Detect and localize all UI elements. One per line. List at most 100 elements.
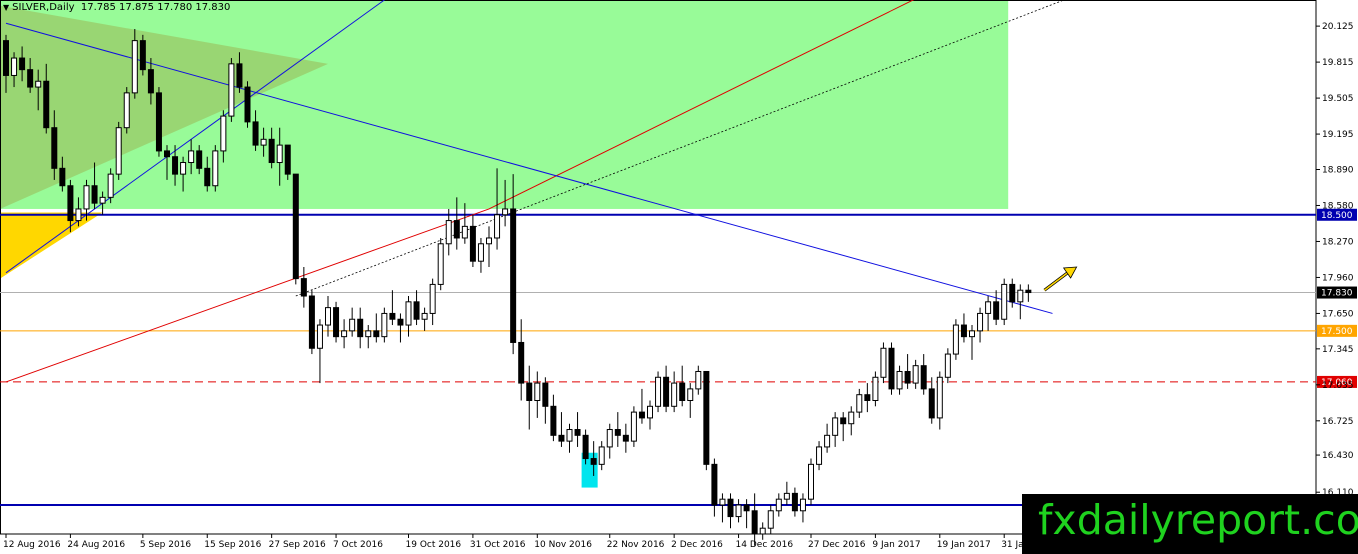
candle-body	[791, 492, 798, 512]
candle-body	[824, 434, 831, 448]
y-tick-label: 18.580	[1322, 201, 1354, 211]
candle-body	[51, 127, 58, 169]
x-tick-label: 19 Oct 2016	[406, 540, 462, 550]
candle-body	[131, 40, 138, 94]
y-tick-label: 17.960	[1322, 273, 1354, 283]
chart-root: 18.50017.50017.06016.00020.12519.81519.5…	[0, 0, 1358, 554]
ohlc-readout: 17.785 17.875 17.780 17.830	[80, 2, 231, 13]
candle-body	[188, 150, 195, 164]
symbol-label: SILVER,Daily	[12, 2, 75, 13]
candle-body	[35, 80, 42, 88]
y-tick-label: 16.725	[1322, 417, 1354, 427]
x-tick-label: 31 Oct 2016	[470, 540, 526, 550]
candle-body	[864, 394, 871, 401]
candle-body	[268, 138, 275, 164]
candle-body	[155, 92, 162, 152]
candle-body	[655, 376, 662, 407]
candle-body	[381, 312, 388, 338]
candle-body	[1017, 289, 1024, 303]
x-tick-label: 22 Nov 2016	[607, 540, 665, 550]
candle-body	[880, 347, 887, 378]
price-chart[interactable]: 18.50017.50017.06016.00020.12519.81519.5…	[0, 0, 1358, 554]
candle-body	[985, 301, 992, 314]
candle-body	[767, 510, 774, 529]
candle-body	[510, 208, 517, 343]
candle-body	[421, 312, 428, 320]
candle-body	[783, 492, 790, 500]
candle-body	[735, 504, 742, 518]
candle-body	[904, 370, 911, 384]
candle-body	[920, 365, 927, 390]
x-tick-label: 27 Sep 2016	[269, 540, 326, 550]
x-tick-label: 5 Sep 2016	[140, 540, 192, 550]
candle-body	[405, 301, 412, 326]
candle-body	[59, 167, 66, 187]
candle-body	[19, 57, 26, 71]
x-tick-label: 10 Nov 2016	[534, 540, 592, 550]
current-price-tag: 17.830	[1321, 289, 1353, 299]
candle-body	[622, 434, 629, 442]
candle-body	[236, 63, 243, 88]
watermark-banner: fxdailyreport.com	[1022, 494, 1358, 554]
candle-body	[115, 127, 122, 175]
candle-body	[3, 40, 9, 76]
x-tick-label: 19 Jan 2017	[937, 540, 991, 550]
chart-title: ▼ SILVER,Daily 17.785 17.875 17.780 17.83…	[3, 2, 230, 13]
level-tag-17.500: 17.500	[1321, 327, 1353, 337]
candle-body	[397, 318, 404, 326]
candle-body	[365, 330, 372, 338]
candle-body	[349, 318, 356, 332]
candle-body	[542, 382, 549, 407]
candle-body	[341, 330, 348, 338]
candle-body	[630, 411, 637, 442]
watermark-text: fxdailyreport.com	[1038, 496, 1358, 544]
candle-body	[413, 301, 420, 320]
candle-body	[1025, 289, 1032, 294]
candle-body	[606, 429, 613, 448]
candle-body	[437, 243, 444, 285]
candle-body	[582, 434, 589, 460]
candle-body	[453, 220, 460, 239]
candle-body	[711, 463, 718, 506]
candle-body	[333, 307, 340, 338]
y-tick-label: 18.890	[1322, 165, 1354, 175]
candle-body	[389, 312, 396, 320]
candle-body	[1009, 283, 1016, 303]
candle-body	[574, 429, 581, 436]
x-tick-label: 27 Dec 2016	[808, 540, 866, 550]
y-tick-label: 16.430	[1322, 451, 1354, 461]
candle-body	[164, 150, 170, 158]
dropdown-triangle-icon[interactable]: ▼	[3, 3, 9, 12]
candle-body	[357, 318, 364, 338]
candle-body	[727, 498, 734, 518]
candle-body	[477, 243, 484, 262]
y-tick-label: 17.650	[1322, 309, 1354, 319]
candle-body	[808, 463, 814, 500]
x-tick-label: 24 Aug 2016	[67, 540, 125, 550]
candle-body	[502, 208, 509, 216]
candle-body	[220, 115, 227, 152]
candle-body	[252, 121, 259, 146]
candle-body	[977, 312, 984, 332]
candle-body	[960, 324, 967, 338]
candle-body	[952, 324, 959, 355]
candle-body	[695, 370, 702, 390]
candle-body	[936, 376, 943, 419]
candle-body	[196, 150, 203, 169]
candle-body	[172, 156, 179, 175]
candle-body	[969, 330, 975, 338]
candle-body	[260, 138, 267, 146]
candle-body	[11, 57, 18, 76]
candle-body	[558, 434, 565, 442]
candle-body	[99, 196, 106, 204]
candle-body	[445, 220, 452, 245]
candle-body	[647, 405, 653, 419]
candle-body	[43, 80, 50, 129]
candle-body	[775, 498, 782, 512]
candle-body	[486, 237, 492, 245]
candle-body	[679, 382, 686, 401]
candle-body	[993, 301, 1000, 320]
candle-body	[638, 411, 645, 419]
candle-body	[204, 167, 211, 187]
candle-body	[534, 382, 541, 401]
